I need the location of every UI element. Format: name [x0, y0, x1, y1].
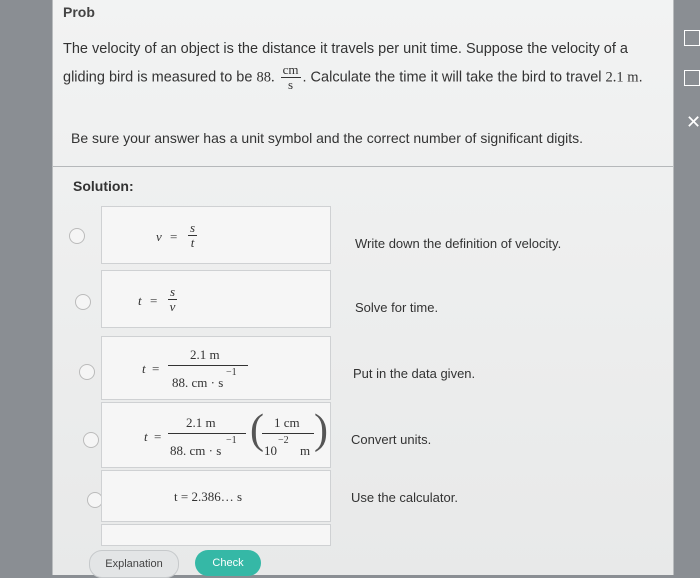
step-1-note: Write down the definition of velocity. [355, 236, 562, 251]
step-6-equation [101, 524, 331, 546]
step-4-equation: t = 2.1 m 88. cm · s −1 ( 1 cm 10 −2 m ) [101, 402, 331, 468]
step-2-radio[interactable] [75, 294, 91, 310]
problem-text-post: . Calculate the time it will take the bi… [302, 69, 602, 86]
problem-title: Prob [63, 4, 95, 20]
instructions: Be sure your answer has a unit symbol an… [71, 130, 584, 146]
distance-value: 2.1 m [605, 69, 639, 86]
step-1-radio[interactable] [69, 228, 85, 244]
step-1-equation: v = s t [101, 206, 331, 264]
step-4-radio[interactable] [83, 432, 99, 448]
step-3-note: Put in the data given. [353, 366, 476, 381]
step-5-equation: t = 2.386… s [101, 470, 331, 522]
step-3-radio[interactable] [79, 364, 95, 380]
problem-panel: Prob The velocity of an object is the di… [52, 0, 674, 578]
problem-statement: The velocity of an object is the distanc… [63, 41, 643, 92]
side-square-icon[interactable] [684, 30, 700, 46]
check-button[interactable]: Check [195, 550, 261, 576]
step-2-equation: t = s v [101, 270, 331, 328]
velocity-unit: cm s [280, 62, 301, 92]
step-4-note: Convert units. [351, 432, 432, 447]
side-square-icon[interactable] [684, 70, 700, 86]
divider [53, 166, 673, 167]
solution-label: Solution: [73, 178, 134, 194]
explanation-button[interactable]: Explanation [89, 550, 179, 578]
close-icon[interactable]: ✕ [686, 112, 700, 133]
velocity-value: 88. [256, 69, 275, 86]
step-2-note: Solve for time. [355, 300, 439, 315]
step-3-equation: t = 2.1 m 88. cm · s −1 [101, 336, 331, 400]
step-5-note: Use the calculator. [351, 490, 458, 505]
